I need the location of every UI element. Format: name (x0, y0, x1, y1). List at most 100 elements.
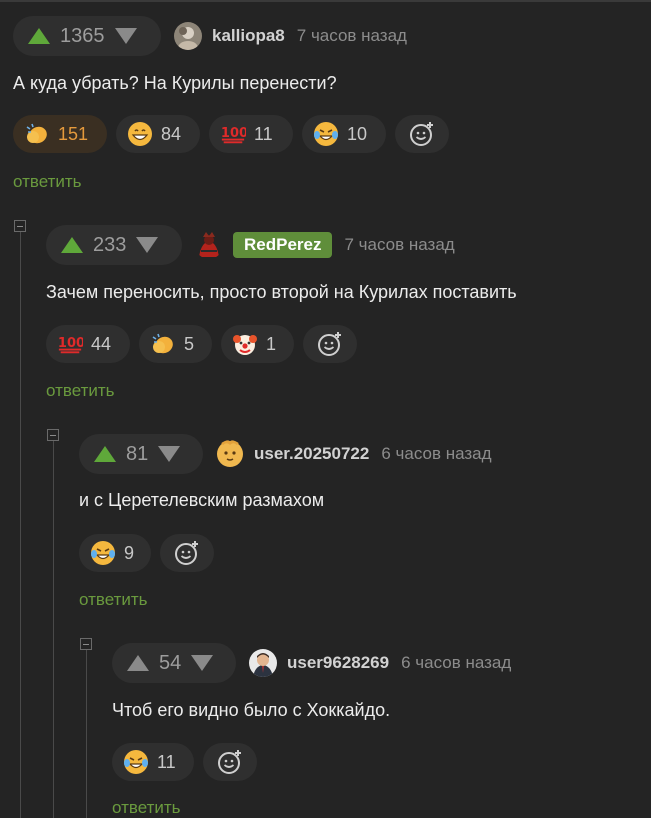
comment-header: 233 RedPerez 7 часов назад (46, 225, 455, 265)
comment: 81 user.20250722 6 часов назад и с Церет… (79, 434, 639, 614)
comment: 54 user9628269 6 часов назад Чтоб его ви… (112, 643, 642, 818)
downvote-button[interactable] (190, 653, 214, 673)
timestamp[interactable]: 7 часов назад (344, 235, 454, 255)
hundred-points-icon: 100 (220, 121, 246, 147)
timestamp[interactable]: 6 часов назад (381, 444, 491, 464)
vote-widget: 233 (46, 225, 182, 265)
reaction-count: 84 (161, 123, 182, 144)
reactions-bar: 100 44 5 1 (46, 325, 357, 363)
arrow-up-icon (127, 655, 149, 671)
comment-text: Чтоб его видно было с Хоккайдо. (112, 700, 391, 720)
arrow-down-icon (158, 446, 181, 462)
svg-text:100: 100 (58, 336, 83, 351)
hundred-points-icon: 100 (57, 331, 83, 357)
clapping-hands-icon (150, 331, 176, 357)
thread-line (20, 232, 21, 818)
comment: 233 RedPerez 7 часов назад Зачем перенос… (46, 225, 636, 405)
upvote-button[interactable] (93, 444, 117, 464)
add-reaction-button[interactable] (395, 115, 449, 153)
reaction-hundred[interactable]: 100 44 (46, 325, 130, 363)
add-reaction-button[interactable] (160, 534, 214, 572)
tears-of-joy-icon (123, 749, 149, 775)
downvote-button[interactable] (114, 26, 138, 46)
reaction-count: 9 (124, 542, 135, 563)
comment-score: 81 (126, 442, 149, 465)
add-reaction-button[interactable] (203, 743, 257, 781)
svg-text:100: 100 (221, 126, 246, 141)
reply-link[interactable]: ответить (13, 172, 82, 192)
arrow-down-icon (114, 28, 137, 44)
collapse-thread-button[interactable] (80, 638, 92, 650)
username[interactable]: kalliopa8 (212, 26, 285, 46)
vote-widget: 81 (79, 434, 203, 474)
reactions-bar: 9 (79, 534, 214, 572)
upvote-button[interactable] (60, 235, 84, 255)
comment-header: 81 user.20250722 6 часов назад (79, 434, 492, 474)
reactions-bar: 151 84 100 11 10 (13, 115, 449, 153)
comment-text: и с Церетелевским размахом (79, 490, 325, 510)
add-emoji-icon (175, 541, 198, 565)
top-divider (0, 0, 651, 2)
arrow-down-icon (136, 237, 159, 253)
reaction-tears-of-joy[interactable]: 11 (112, 743, 194, 781)
avatar[interactable] (195, 231, 223, 259)
clown-face-icon (232, 331, 258, 357)
reaction-clapping[interactable]: 5 (139, 325, 212, 363)
collapse-thread-button[interactable] (47, 429, 59, 441)
tears-of-joy-icon (90, 540, 116, 566)
reaction-hundred[interactable]: 100 11 (209, 115, 293, 153)
username[interactable]: user.20250722 (254, 444, 369, 464)
collapse-thread-button[interactable] (14, 220, 26, 232)
reaction-count: 10 (347, 123, 368, 144)
vote-widget: 1365 (13, 16, 161, 56)
timestamp[interactable]: 7 часов назад (297, 26, 407, 46)
reaction-count: 11 (157, 751, 176, 772)
username[interactable]: RedPerez (233, 232, 333, 258)
downvote-button[interactable] (135, 235, 159, 255)
comment: 1365 kalliopa8 7 часов назад А куда убра… (13, 16, 633, 196)
timestamp[interactable]: 6 часов назад (401, 653, 511, 673)
avatar[interactable] (174, 22, 202, 50)
add-emoji-icon (318, 332, 341, 356)
reaction-count: 44 (91, 333, 112, 354)
comment-score: 54 (159, 651, 182, 674)
arrow-up-icon (28, 28, 50, 44)
avatar[interactable] (216, 440, 244, 468)
reaction-clapping[interactable]: 151 (13, 115, 107, 153)
thread-line (86, 650, 87, 818)
reaction-tears-of-joy[interactable]: 10 (302, 115, 386, 153)
add-reaction-button[interactable] (303, 325, 357, 363)
reactions-bar: 11 (112, 743, 257, 781)
tears-of-joy-icon (313, 121, 339, 147)
comment-score: 1365 (60, 24, 105, 47)
arrow-down-icon (191, 655, 214, 671)
reply-link[interactable]: ответить (79, 590, 148, 610)
reaction-count: 5 (184, 333, 195, 354)
downvote-button[interactable] (157, 444, 181, 464)
reply-link[interactable]: ответить (112, 798, 181, 818)
add-emoji-icon (218, 750, 241, 774)
arrow-up-icon (94, 446, 116, 462)
reaction-grinning[interactable]: 84 (116, 115, 200, 153)
comment-score: 233 (93, 233, 127, 256)
comment-header: 54 user9628269 6 часов назад (112, 643, 511, 683)
comment-text: Зачем переносить, просто второй на Курил… (46, 282, 517, 302)
clapping-hands-icon (24, 121, 50, 147)
thread-line (53, 441, 54, 818)
username[interactable]: user9628269 (287, 653, 389, 673)
reply-link[interactable]: ответить (46, 381, 115, 401)
upvote-button[interactable] (27, 26, 51, 46)
comment-header: 1365 kalliopa8 7 часов назад (13, 16, 407, 56)
grinning-face-icon (127, 121, 153, 147)
arrow-up-icon (61, 237, 83, 253)
reaction-count: 11 (254, 123, 273, 144)
reaction-count: 1 (266, 333, 277, 354)
upvote-button[interactable] (126, 653, 150, 673)
reaction-count: 151 (58, 123, 89, 144)
comment-text: А куда убрать? На Курилы перенести? (13, 73, 337, 93)
reaction-clown[interactable]: 1 (221, 325, 294, 363)
vote-widget: 54 (112, 643, 236, 683)
add-emoji-icon (410, 122, 433, 146)
reaction-tears-of-joy[interactable]: 9 (79, 534, 151, 572)
avatar[interactable] (249, 649, 277, 677)
